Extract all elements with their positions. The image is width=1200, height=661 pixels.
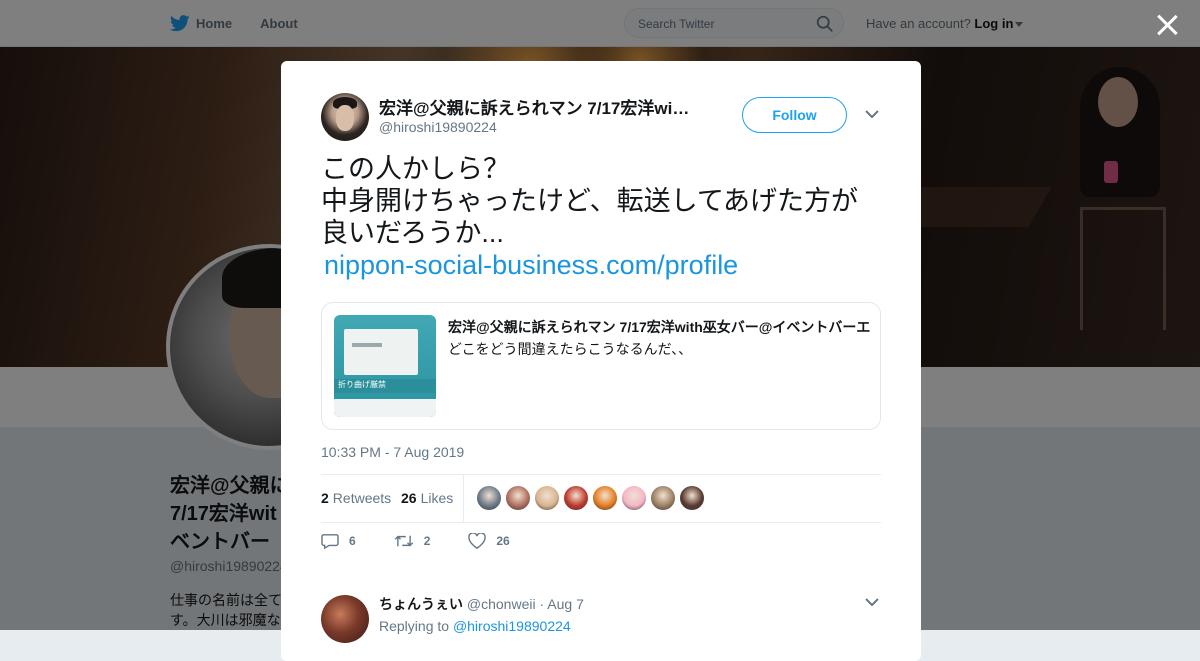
tweet-stats: 2 Retweets 26 Likes xyxy=(321,474,881,523)
heart-icon xyxy=(468,533,487,549)
retweets-count: 2 xyxy=(321,490,329,506)
reply-author-handle[interactable]: @chonweii xyxy=(467,596,536,612)
quoted-tweet-description: どこをどう間違えたらこうなるんだ、、 xyxy=(448,341,693,357)
tweet-text: この人かしら？ 中身開けちゃったけど、転送してあげた方が 良いだろうか... n… xyxy=(321,153,891,281)
quoted-tweet-card[interactable]: 折り曲げ厳禁 宏洋@父親に訴えられマン 7/17宏洋with巫女バー@イベントバ… xyxy=(321,302,881,430)
tweet-link[interactable]: nippon-social-business.com/profile xyxy=(324,249,891,281)
tweet-timestamp[interactable]: 10:33 PM - 7 Aug 2019 xyxy=(321,444,464,460)
tweet-actions: 6 2 26 xyxy=(321,533,548,549)
retweet-action[interactable]: 2 xyxy=(394,533,431,549)
like-count: 26 xyxy=(496,534,510,548)
like-action[interactable]: 26 xyxy=(468,533,510,549)
replying-to: Replying to @hiroshi19890224 xyxy=(379,618,571,634)
chevron-down-icon[interactable] xyxy=(865,109,879,119)
reply-header: ちょんうぇい @chonweii · Aug 7 xyxy=(379,594,584,614)
replying-prefix: Replying to xyxy=(379,618,450,634)
chevron-down-icon[interactable] xyxy=(865,597,879,607)
avatar-face xyxy=(336,105,354,131)
tweet-text-line: 良いだろうか... xyxy=(321,218,504,248)
liker-avatars xyxy=(477,486,709,510)
liker-avatar[interactable] xyxy=(651,486,675,510)
image-band xyxy=(334,399,436,417)
likes-stat[interactable]: 26 Likes xyxy=(401,490,453,506)
author-name[interactable]: 宏洋@父親に訴えられマン 7/17宏洋with巫女バー@イベントバーエ xyxy=(379,94,694,119)
retweet-count: 2 xyxy=(423,534,431,548)
liker-avatar[interactable] xyxy=(680,486,704,510)
liker-avatar[interactable] xyxy=(506,486,530,510)
image-label: 折り曲げ厳禁 xyxy=(338,380,386,389)
retweets-label: Retweets xyxy=(332,490,392,506)
tweet-text-line: 中身開けちゃったけど、転送してあげた方が xyxy=(321,186,859,216)
reply-author-name[interactable]: ちょんうぇい xyxy=(379,596,463,612)
likes-count: 26 xyxy=(401,490,417,506)
reply-avatar[interactable] xyxy=(321,595,369,643)
follow-button[interactable]: Follow xyxy=(742,97,847,133)
liker-avatar[interactable] xyxy=(622,486,646,510)
tweet-text-line: この人かしら？ xyxy=(321,154,510,184)
retweets-stat[interactable]: 2 Retweets xyxy=(321,490,391,506)
likes-label: Likes xyxy=(420,490,454,506)
liker-avatar[interactable] xyxy=(535,486,559,510)
reply-action[interactable]: 6 xyxy=(321,533,356,549)
liker-avatar[interactable] xyxy=(477,486,501,510)
retweet-icon xyxy=(394,535,413,547)
quoted-tweet-image: 折り曲げ厳禁 xyxy=(334,315,436,417)
liker-avatar[interactable] xyxy=(564,486,588,510)
stats-divider xyxy=(463,475,464,522)
quoted-tweet-title: 宏洋@父親に訴えられマン 7/17宏洋with巫女バー@イベントバーエ xyxy=(448,319,871,335)
reply-icon xyxy=(321,534,339,549)
author-handle[interactable]: @hiroshi19890224 xyxy=(379,119,497,135)
liker-avatar[interactable] xyxy=(593,486,617,510)
close-icon[interactable] xyxy=(1156,14,1178,36)
reply-count: 6 xyxy=(349,534,356,548)
image-paper xyxy=(344,329,418,375)
reply-separator: · xyxy=(539,596,545,612)
author-avatar[interactable] xyxy=(321,93,369,141)
tweet-modal: 宏洋@父親に訴えられマン 7/17宏洋with巫女バー@イベントバーエ @hir… xyxy=(281,61,921,661)
image-paper-text xyxy=(352,343,382,347)
reply-date[interactable]: Aug 7 xyxy=(547,596,584,612)
replying-to-link[interactable]: @hiroshi19890224 xyxy=(453,618,571,634)
